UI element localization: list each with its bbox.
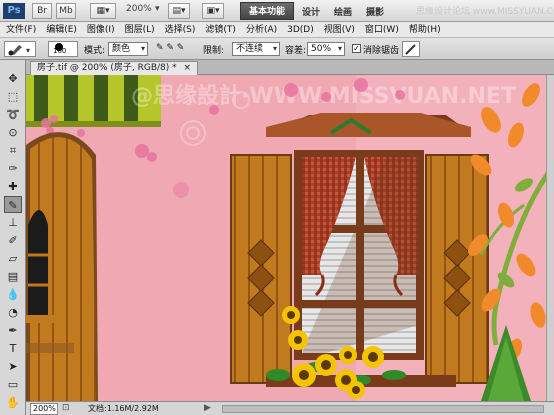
crop-tool-icon[interactable]: ⌗ [4,142,22,159]
move-tool-icon[interactable]: ✥ [4,70,22,87]
history-brush-tool-icon[interactable]: ✐ [4,232,22,249]
tools-panel: ✥ ⬚ ➰ ⊙ ⌗ ✑ ✚ ✎ ⊥ ✐ ▱ ▤ 💧 ◔ ✒ T ➤ ▭ ✋ [0,60,26,415]
menu-layer[interactable]: 图层(L) [119,22,159,37]
options-bar: ▾ 100 模式: 颜色 ✎ ✎ ✎ 限制: 不连续 容差: 50% ✓ 消除锯… [0,38,554,60]
brush-size-value: 100 [53,47,67,55]
clone-stamp-tool-icon[interactable]: ⊥ [4,214,22,231]
horizontal-scrollbar[interactable] [222,405,544,413]
menu-window[interactable]: 窗口(W) [359,22,403,37]
document-tab[interactable]: 房子.tif @ 200% (房子, RGB/8) * × [30,61,199,75]
antialias-label: 消除锯齿 [363,46,400,56]
menu-filter[interactable]: 滤镜(T) [199,22,240,37]
quick-select-tool-icon[interactable]: ⊙ [4,124,22,141]
tool-preset-picker[interactable]: ▾ [4,41,36,57]
vertical-scrollbar[interactable] [546,75,554,401]
document-tab-bar: 房子.tif @ 200% (房子, RGB/8) * × [26,60,554,75]
bridge-button[interactable]: Br [32,3,52,19]
menu-help[interactable]: 帮助(H) [403,22,445,37]
color-replacement-tool-icon[interactable]: ✎ [4,196,22,213]
window-pane [294,150,424,360]
status-bar: 200% ⊡ 文档:1.16M/2.92M ▶ [26,401,554,415]
healing-brush-tool-icon[interactable]: ✚ [4,178,22,195]
pen-pressure-icon [405,44,416,55]
view-extras-button[interactable]: ▦▾ [90,3,116,19]
eyedropper-tool-icon[interactable]: ✑ [4,160,22,177]
document-title: 房子.tif @ 200% (房子, RGB/8) * [37,63,177,73]
status-zoom-field[interactable]: 200% [30,403,58,415]
hand-tool-icon[interactable]: ✋ [4,394,22,411]
type-tool-icon[interactable]: T [4,340,22,357]
menu-file[interactable]: 文件(F) [0,22,40,37]
left-shutter [230,154,292,384]
tolerance-input[interactable]: 50% [307,42,345,56]
site-watermark: 思缘设计论坛 www.MISSYUAN.COM [416,7,554,17]
info-icon[interactable]: ⊡ [62,403,70,413]
right-shutter [425,154,489,384]
pen-tool-icon[interactable]: ✒ [4,322,22,339]
zoom-dropdown-icon[interactable]: ▾ [155,4,160,14]
marquee-tool-icon[interactable]: ⬚ [4,88,22,105]
limit-label: 限制: [203,46,225,56]
menu-select[interactable]: 选择(S) [159,22,200,37]
menu-analysis[interactable]: 分析(A) [240,22,281,37]
workspace-photography[interactable]: 摄影 [366,5,384,18]
tolerance-label: 容差: [285,46,307,56]
application-bar: Ps Br Mb ▦▾ 200% ▾ ▤▾ ▣▾ 基本功能 设计 绘画 摄影 思… [0,0,554,22]
limit-select[interactable]: 不连续 [232,42,280,56]
close-icon[interactable]: × [184,63,192,73]
menu-edit[interactable]: 编辑(E) [40,22,81,37]
minibridge-button[interactable]: Mb [56,3,76,19]
lasso-tool-icon[interactable]: ➰ [4,106,22,123]
antialias-checkbox[interactable]: ✓ [352,44,361,53]
path-select-tool-icon[interactable]: ➤ [4,358,22,375]
eraser-tool-icon[interactable]: ▱ [4,250,22,267]
workspace-painting[interactable]: 绘画 [334,5,352,18]
svg-text:▾: ▾ [26,46,30,55]
gradient-tool-icon[interactable]: ▤ [4,268,22,285]
menu-image[interactable]: 图像(I) [81,22,119,37]
menu-bar: 文件(F) 编辑(E) 图像(I) 图层(L) 选择(S) 滤镜(T) 分析(A… [0,22,554,38]
house-artwork: @思缘設計·WWW.MISSVUAN.NET [26,75,554,401]
screen-mode-button[interactable]: ▣▾ [202,3,224,19]
menu-3d[interactable]: 3D(D) [281,22,318,37]
photoshop-logo: Ps [3,3,25,19]
status-menu-arrow-icon[interactable]: ▶ [204,403,211,413]
document-canvas[interactable]: @思缘設計·WWW.MISSVUAN.NET [26,75,554,401]
brush-size-picker[interactable]: 100 [48,41,78,57]
arrange-documents-button[interactable]: ▤▾ [168,3,190,19]
mode-label: 模式: [84,46,106,56]
arched-door [26,132,98,401]
shape-tool-icon[interactable]: ▭ [4,376,22,393]
sampling-icons[interactable]: ✎ ✎ ✎ [156,43,184,53]
mode-select[interactable]: 颜色 [108,42,148,56]
dodge-tool-icon[interactable]: ◔ [4,304,22,321]
workspace-essentials[interactable]: 基本功能 [240,2,294,20]
document-size: 文档:1.16M/2.92M [88,404,159,413]
zoom-level[interactable]: 200% [126,4,152,14]
workspace-design[interactable]: 设计 [302,5,320,18]
blur-tool-icon[interactable]: 💧 [4,286,22,303]
menu-view[interactable]: 视图(V) [318,22,359,37]
color-replacement-brush-icon: ▾ [8,45,30,56]
tablet-pressure-button[interactable] [402,41,420,57]
